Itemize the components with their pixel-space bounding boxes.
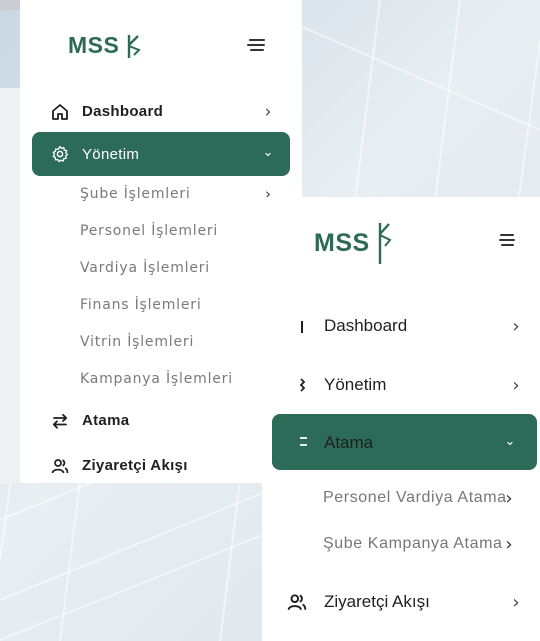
submenu-item-kampanya-islemleri[interactable]: Kampanya İşlemleri ›: [32, 369, 290, 391]
chevron-down-icon: ⌄: [262, 144, 274, 160]
submenu-item-label: Şube İşlemleri: [80, 186, 191, 202]
submenu-item-label: Vitrin İşlemleri: [80, 334, 195, 350]
chevron-right-icon: ›: [505, 533, 513, 555]
chevron-right-icon: ›: [512, 591, 520, 613]
submenu-item-sube-islemleri[interactable]: Şube İşlemleri ›: [32, 184, 290, 206]
gear-icon: [298, 375, 308, 395]
submenu-item-label: Vardiya İşlemleri: [80, 260, 210, 276]
chevron-right-icon: ›: [512, 374, 520, 396]
sidebar-item-label: Atama: [324, 433, 374, 452]
submenu-item-label: Kampanya İşlemleri: [80, 371, 233, 387]
sidebar-item-label: Dashboard: [324, 316, 408, 335]
sidebar-panel-atama-expanded: MSS Dashboard › Yönetim › Atama ⌄ Person…: [262, 197, 540, 641]
logo-text: MSS: [314, 228, 370, 257]
sidebar-item-label: Ziyaretçi Akışı: [82, 457, 188, 474]
gear-icon: [50, 144, 70, 164]
sidebar-item-ziyaretci-akisi[interactable]: Ziyaretçi Akışı ›: [262, 585, 540, 619]
sidebar-item-atama[interactable]: Atama ⌄: [272, 414, 537, 470]
sidebar-item-ziyaretci-akisi[interactable]: Ziyaretçi Akışı ›: [32, 450, 290, 482]
logo[interactable]: MSS: [68, 32, 142, 59]
users-icon: [286, 592, 308, 612]
sidebar-item-atama[interactable]: Atama ›: [32, 405, 290, 437]
hamburger-icon[interactable]: [498, 234, 520, 250]
sidebar-item-label: Yönetim: [82, 146, 140, 163]
chevron-right-icon: ›: [505, 487, 513, 509]
logo[interactable]: MSS: [314, 220, 392, 266]
submenu-item-label: Personel Vardiya Atama: [323, 489, 507, 506]
submenu-item-sube-kampanya-atama[interactable]: Şube Kampanya Atama ›: [262, 532, 540, 558]
mss-ribbon-icon: [378, 223, 392, 264]
mss-ribbon-icon: [128, 34, 142, 58]
sidebar-panel-yonetim-expanded: MSS Dashboard › Yönetim ⌄ Şube İşlemleri…: [20, 0, 302, 483]
users-icon: [50, 456, 70, 476]
submenu-item-label: Finans İşlemleri: [80, 297, 202, 313]
sidebar-item-label: Ziyaretçi Akışı: [324, 592, 430, 611]
swap-arrows-icon: [50, 411, 70, 431]
submenu-item-label: Personel İşlemleri: [80, 223, 219, 239]
sidebar-item-label: Yönetim: [324, 375, 387, 394]
chevron-down-icon: ⌄: [504, 433, 516, 449]
hamburger-icon[interactable]: [246, 39, 268, 55]
sidebar-item-label: Dashboard: [82, 103, 164, 120]
sidebar-item-dashboard[interactable]: Dashboard ›: [32, 96, 290, 128]
home-icon: [298, 316, 306, 336]
submenu-item-label: Şube Kampanya Atama: [323, 535, 503, 552]
chevron-right-icon: ›: [512, 315, 520, 337]
submenu-item-finans-islemleri[interactable]: Finans İşlemleri ›: [32, 295, 290, 317]
swap-arrows-icon: [298, 432, 308, 452]
submenu-item-personel-vardiya-atama[interactable]: Personel Vardiya Atama ›: [262, 486, 540, 512]
home-icon: [50, 102, 70, 122]
submenu-item-vitrin-islemleri[interactable]: Vitrin İşlemleri ›: [32, 332, 290, 354]
sidebar-item-label: Atama: [82, 412, 130, 429]
sidebar-item-yonetim[interactable]: Yönetim ›: [262, 368, 540, 402]
logo-text: MSS: [68, 32, 120, 58]
submenu-item-vardiya-islemleri[interactable]: Vardiya İşlemleri ›: [32, 258, 290, 280]
chevron-right-icon: ›: [264, 102, 272, 122]
submenu-item-personel-islemleri[interactable]: Personel İşlemleri ›: [32, 221, 290, 243]
sidebar-item-dashboard[interactable]: Dashboard ›: [262, 309, 540, 343]
sidebar-item-yonetim[interactable]: Yönetim ⌄: [32, 132, 290, 176]
page-side-strip: [0, 88, 20, 483]
